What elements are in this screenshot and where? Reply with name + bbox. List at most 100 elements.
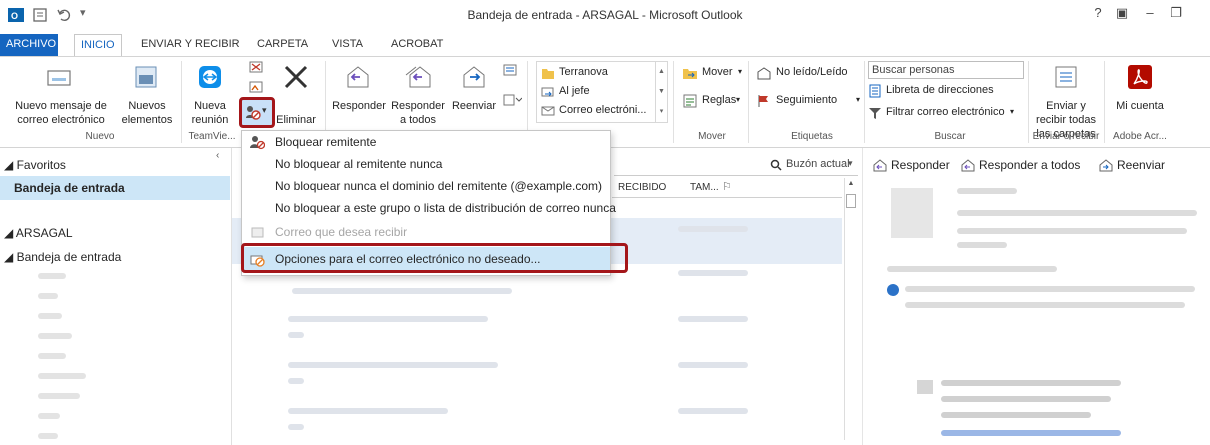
group-label-mover: Mover: [698, 131, 726, 142]
folder-blurred[interactable]: [38, 393, 80, 399]
new-items-button[interactable]: Nuevos elementos: [118, 61, 178, 127]
forward-mail-icon: [541, 87, 554, 97]
adobe-acrobat-icon: [1128, 65, 1152, 89]
menu-item-block-sender[interactable]: Bloquear remitente: [242, 131, 610, 153]
new-email-button[interactable]: Nuevo mensaje de correo electrónico: [14, 61, 107, 127]
filter-icon: [869, 108, 881, 119]
meeting-reply-icon[interactable]: [502, 63, 518, 77]
folder-blurred[interactable]: [38, 313, 62, 319]
delete-label: Eliminar: [276, 114, 316, 126]
tab-carpeta[interactable]: CARPETA: [251, 34, 314, 56]
menu-item-never-block-sender[interactable]: No bloquear al remitente nunca: [242, 153, 610, 175]
filter-chevron-icon: ▾: [1010, 107, 1015, 116]
reply-all-button[interactable]: Responder a todos: [388, 61, 448, 127]
table-row[interactable]: [232, 310, 842, 356]
favorites-header[interactable]: ◢ Favoritos: [4, 158, 66, 172]
reply-label: Responder: [332, 100, 386, 112]
title-bar: O ▾ Bandeja de entrada - ARSAGAL - Micro…: [0, 0, 1210, 30]
new-items-label: Nuevos elementos: [121, 100, 173, 126]
new-meeting-label: Nueva reunión: [191, 100, 229, 126]
forward-small-icon: [1099, 159, 1113, 172]
tab-vista[interactable]: VISTA: [326, 34, 369, 56]
envelope-icon: [757, 67, 771, 80]
quick-steps-scroll[interactable]: ▲ ▼ ▾: [655, 62, 667, 122]
junk-button-highlight: [239, 97, 275, 128]
delete-button[interactable]: Eliminar: [272, 61, 322, 127]
folder-pane: ‹ ◢ Favoritos Bandeja de entrada ◢ ARSAG…: [0, 148, 232, 445]
reply-icon: [347, 66, 369, 88]
reply-button[interactable]: Responder: [330, 61, 388, 127]
tab-archivo[interactable]: ARCHIVO: [0, 34, 58, 56]
menu-label: No bloquear a este grupo o lista de dist…: [275, 201, 616, 215]
email-icon: [541, 106, 555, 116]
reply-all-label: Responder a todos: [391, 100, 445, 126]
tab-acrobat[interactable]: ACROBAT: [385, 34, 449, 56]
col-size[interactable]: TAM...: [690, 182, 719, 193]
flag-col-icon[interactable]: ⚐: [722, 180, 732, 193]
help-button[interactable]: ?: [1088, 5, 1108, 20]
search-scope-dropdown[interactable]: Buzón actual: [786, 158, 850, 170]
search-people-input[interactable]: Buscar personas: [868, 61, 1024, 79]
send-receive-icon: [1055, 66, 1077, 88]
wanted-mail-icon: [251, 227, 264, 238]
send-receive-all-button[interactable]: Enviar y recibir todas las carpetas: [1032, 61, 1100, 140]
junk-options-highlight: [241, 243, 628, 273]
tab-enviar-recibir[interactable]: ENVIAR Y RECIBIR: [135, 34, 246, 56]
rules-icon: [683, 94, 697, 108]
group-label-buscar: Buscar: [934, 131, 966, 142]
avatar: [891, 188, 933, 238]
quick-steps-gallery: Terranova Al jefe Correo electróni... ▲ ▼…: [536, 61, 668, 123]
follow-up-chevron-icon: ▾: [856, 95, 861, 104]
qa-customize-icon[interactable]: ▾: [80, 6, 86, 19]
calendar-icon: [917, 380, 933, 394]
maximize-button[interactable]: ❐: [1166, 5, 1186, 21]
scope-chevron-icon: ▾: [848, 158, 853, 168]
cleanup-icon[interactable]: [247, 79, 265, 95]
favorite-inbox-item[interactable]: Bandeja de entrada: [0, 176, 230, 200]
table-row[interactable]: [232, 356, 842, 402]
account-header[interactable]: ◢ ARSAGAL: [4, 226, 73, 240]
folder-blurred[interactable]: [38, 433, 58, 439]
folder-blurred[interactable]: [38, 353, 66, 359]
forward-button[interactable]: Reenviar: [448, 61, 500, 127]
folder-icon: [542, 69, 554, 79]
block-sender-icon: [250, 136, 265, 150]
folder-blurred[interactable]: [38, 373, 86, 379]
menu-item-never-block-group[interactable]: No bloquear a este grupo o lista de dist…: [242, 197, 616, 219]
folder-blurred[interactable]: [38, 273, 66, 279]
undo-icon[interactable]: [56, 7, 72, 23]
group-label-nuevo: Nuevo: [85, 131, 115, 142]
flag-icon: [758, 95, 768, 107]
folder-blurred[interactable]: [38, 413, 60, 419]
ribbon-display-button[interactable]: ▣: [1112, 5, 1132, 21]
collapse-pane-icon[interactable]: ‹: [216, 150, 219, 161]
info-icon: [887, 284, 899, 296]
minimize-button[interactable]: –: [1140, 5, 1160, 20]
ignore-icon[interactable]: [247, 59, 265, 75]
list-scrollbar[interactable]: ▲: [844, 178, 856, 440]
col-received[interactable]: RECIBIDO: [618, 182, 666, 193]
more-respond-icon[interactable]: [502, 93, 522, 107]
new-email-icon: [47, 70, 71, 86]
my-account-button[interactable]: Mi cuenta: [1110, 61, 1170, 127]
group-label-etiquetas: Etiquetas: [791, 131, 833, 142]
tab-inicio[interactable]: INICIO: [74, 34, 122, 57]
teamviewer-icon: [199, 66, 221, 88]
folder-blurred[interactable]: [38, 293, 58, 299]
ribbon-tabs: ARCHIVO INICIO ENVIAR Y RECIBIR CARPETA …: [0, 34, 1210, 57]
folder-blurred[interactable]: [38, 333, 72, 339]
scroll-up-icon[interactable]: ▲: [846, 180, 856, 190]
reading-pane: Responder Responder a todos Reenviar: [862, 148, 1210, 445]
menu-item-never-block-domain[interactable]: No bloquear nunca el dominio del remiten…: [242, 175, 610, 197]
search-box[interactable]: Buzón actual ▾: [614, 156, 858, 176]
scroll-thumb[interactable]: [846, 194, 856, 208]
rules-chevron-icon: ▾: [736, 95, 741, 104]
send-receive-quick-icon[interactable]: [32, 7, 48, 23]
new-items-icon: [135, 66, 157, 88]
inbox-folder[interactable]: ◢ Bandeja de entrada: [4, 250, 121, 264]
outlook-app-icon: O: [8, 8, 24, 22]
new-meeting-button[interactable]: Nueva reunión: [186, 61, 236, 127]
search-icon: [770, 159, 782, 171]
group-label-adobe: Adobe Acr...: [1113, 131, 1167, 142]
table-row[interactable]: [232, 402, 842, 442]
